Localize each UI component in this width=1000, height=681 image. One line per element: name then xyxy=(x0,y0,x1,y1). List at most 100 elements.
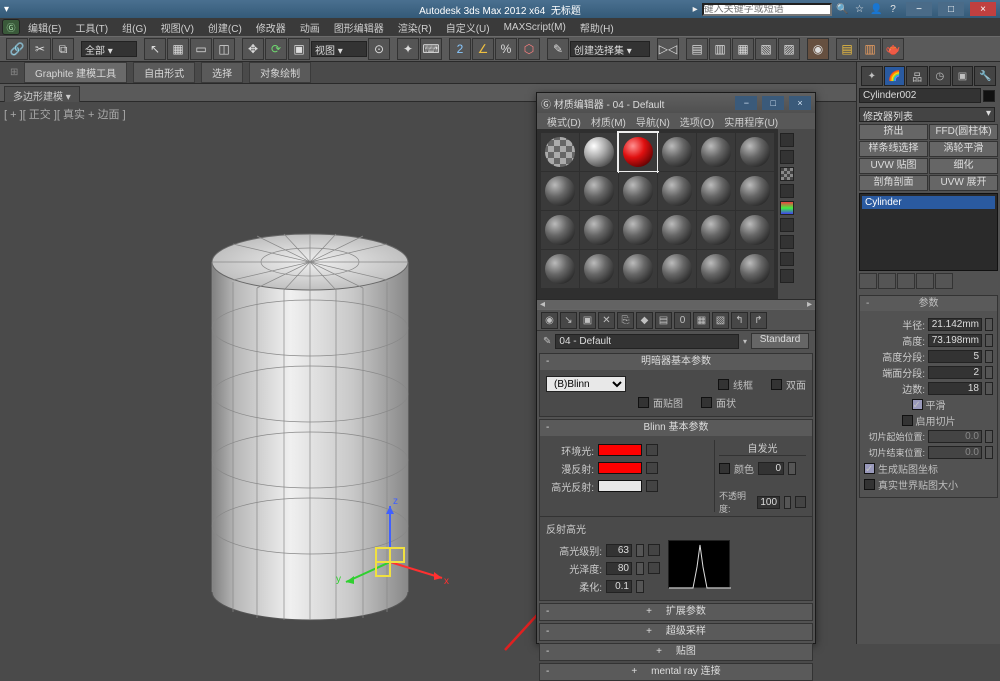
show-end-icon[interactable]: ▧ xyxy=(712,312,729,329)
mat-menu-navigation[interactable]: 导航(N) xyxy=(632,114,674,129)
mat-menu-options[interactable]: 选项(O) xyxy=(676,114,718,129)
select-icon[interactable]: ↖ xyxy=(144,38,166,60)
show-end-result-icon[interactable] xyxy=(878,273,896,289)
stack-item-selected[interactable]: Cylinder xyxy=(862,196,995,209)
render-icon[interactable]: 🫖 xyxy=(882,38,904,60)
angle-snap-icon[interactable]: ∠ xyxy=(472,38,494,60)
sample-slot[interactable] xyxy=(697,172,735,210)
spinner-arrows[interactable] xyxy=(985,334,993,347)
menu-animation[interactable]: 动画 xyxy=(294,20,326,35)
put-to-scene-icon[interactable]: ↘ xyxy=(560,312,577,329)
csegs-spinner[interactable]: 2 xyxy=(928,366,982,379)
menu-edit[interactable]: 编辑(E) xyxy=(22,20,67,35)
faceted-checkbox[interactable] xyxy=(701,397,712,408)
spinner-arrows[interactable] xyxy=(788,462,796,475)
sample-slot[interactable] xyxy=(619,211,657,249)
pivot-icon[interactable]: ⊙ xyxy=(368,38,390,60)
sample-slot[interactable] xyxy=(541,250,579,288)
align-icon[interactable]: ▤ xyxy=(686,38,708,60)
menu-maxscript[interactable]: MAXScript(M) xyxy=(498,22,572,33)
mod-btn[interactable]: 细化 xyxy=(929,158,998,174)
smooth-checkbox[interactable]: ✓ xyxy=(912,399,923,410)
info-icon[interactable]: 🔍 xyxy=(836,4,850,15)
material-type-button[interactable]: Standard xyxy=(751,333,809,349)
pin-stack-icon[interactable] xyxy=(859,273,877,289)
window-close-button[interactable]: × xyxy=(970,2,996,16)
select-name-icon[interactable]: ▦ xyxy=(167,38,189,60)
tab-selection[interactable]: 选择 xyxy=(201,62,243,83)
scale-icon[interactable]: ▣ xyxy=(288,38,310,60)
sample-slot[interactable] xyxy=(697,250,735,288)
sample-slot[interactable] xyxy=(736,172,774,210)
sample-slot[interactable] xyxy=(580,211,618,249)
shader-selector[interactable]: (B)Blinn xyxy=(546,376,626,392)
window-crossing-icon[interactable]: ◫ xyxy=(213,38,235,60)
mat-map-nav-icon[interactable] xyxy=(780,269,794,283)
sample-slot[interactable] xyxy=(619,172,657,210)
manip-icon[interactable]: ✦ xyxy=(397,38,419,60)
mod-btn[interactable]: UVW 展开 xyxy=(929,175,998,191)
scope-selector[interactable]: 全部 ▾ xyxy=(81,41,137,57)
diffuse-map-icon[interactable] xyxy=(646,462,658,474)
unlink-icon[interactable]: ✂ xyxy=(29,38,51,60)
spinner-arrows[interactable] xyxy=(636,580,644,593)
menu-rendering[interactable]: 渲染(R) xyxy=(392,20,438,35)
sample-slot[interactable] xyxy=(697,133,735,171)
mod-btn[interactable]: 样条线选择 xyxy=(859,141,928,157)
mod-btn[interactable]: UVW 贴图 xyxy=(859,158,928,174)
ambient-lock-icon[interactable] xyxy=(646,444,658,456)
rollout-header[interactable]: + mental ray 连接 xyxy=(540,664,812,680)
sample-slot-selected[interactable] xyxy=(619,133,657,171)
app-icon[interactable]: Ⓖ xyxy=(2,19,20,35)
ribbon-toggle-icon[interactable]: ▦ xyxy=(732,38,754,60)
select-region-icon[interactable]: ▭ xyxy=(190,38,212,60)
reset-icon[interactable]: ✕ xyxy=(598,312,615,329)
mat-menu-mode[interactable]: 模式(D) xyxy=(543,114,585,129)
radius-spinner[interactable]: 21.142mm xyxy=(928,318,982,331)
soften-spinner[interactable]: 0.1 xyxy=(606,580,632,593)
tab-utilities-icon[interactable]: 🔧 xyxy=(974,66,996,86)
tab-graphite[interactable]: Graphite 建模工具 xyxy=(24,62,127,83)
select-by-mat-icon[interactable] xyxy=(780,252,794,266)
render-setup-icon[interactable]: ▤ xyxy=(836,38,858,60)
sample-slot[interactable] xyxy=(736,250,774,288)
mirror-icon[interactable]: ▷◁ xyxy=(657,38,679,60)
put-to-lib-icon[interactable]: ▤ xyxy=(655,312,672,329)
window-minimize-button[interactable]: − xyxy=(906,2,932,16)
mat-menu-utilities[interactable]: 实用程序(U) xyxy=(720,114,782,129)
tab-object-paint[interactable]: 对象绘制 xyxy=(249,62,311,83)
make-preview-icon[interactable] xyxy=(780,218,794,232)
spinner-snap-icon[interactable]: ⬡ xyxy=(518,38,540,60)
sample-slot[interactable] xyxy=(658,211,696,249)
get-material-icon[interactable]: ◉ xyxy=(541,312,558,329)
layer-icon[interactable]: ▥ xyxy=(709,38,731,60)
mod-btn[interactable]: 剖角剖面 xyxy=(859,175,928,191)
real-world-checkbox[interactable] xyxy=(864,479,875,490)
wire-checkbox[interactable] xyxy=(718,379,729,390)
object-color-swatch[interactable] xyxy=(983,90,995,102)
viewport-label[interactable]: [ + ][ 正交 ][ 真实 + 边面 ] xyxy=(4,106,126,122)
assign-to-sel-icon[interactable]: ▣ xyxy=(579,312,596,329)
render-frame-icon[interactable]: ▥ xyxy=(859,38,881,60)
named-sel-icon[interactable]: ✎ xyxy=(547,38,569,60)
gloss-spinner[interactable]: 80 xyxy=(606,562,632,575)
curve-editor-icon[interactable]: ▧ xyxy=(755,38,777,60)
sample-slot[interactable] xyxy=(619,250,657,288)
sample-slot[interactable] xyxy=(541,172,579,210)
go-forward-icon[interactable]: ↱ xyxy=(750,312,767,329)
mod-btn[interactable]: 涡轮平滑 xyxy=(929,141,998,157)
slice-on-checkbox[interactable] xyxy=(902,415,913,426)
spinner-arrows[interactable] xyxy=(985,318,993,331)
percent-snap-icon[interactable]: % xyxy=(495,38,517,60)
spinner-arrows[interactable] xyxy=(985,382,993,395)
background-icon[interactable] xyxy=(780,167,794,181)
mat-close-button[interactable]: × xyxy=(789,96,811,110)
twosided-checkbox[interactable] xyxy=(771,379,782,390)
sample-slot[interactable] xyxy=(580,172,618,210)
diffuse-swatch[interactable] xyxy=(598,462,642,474)
mat-menu-material[interactable]: 材质(M) xyxy=(587,114,630,129)
spinner-arrows[interactable] xyxy=(985,366,993,379)
tab-hierarchy-icon[interactable]: 品 xyxy=(906,66,928,86)
pick-icon[interactable]: ✎ xyxy=(543,336,551,347)
snap2d-icon[interactable]: 2 xyxy=(449,38,471,60)
